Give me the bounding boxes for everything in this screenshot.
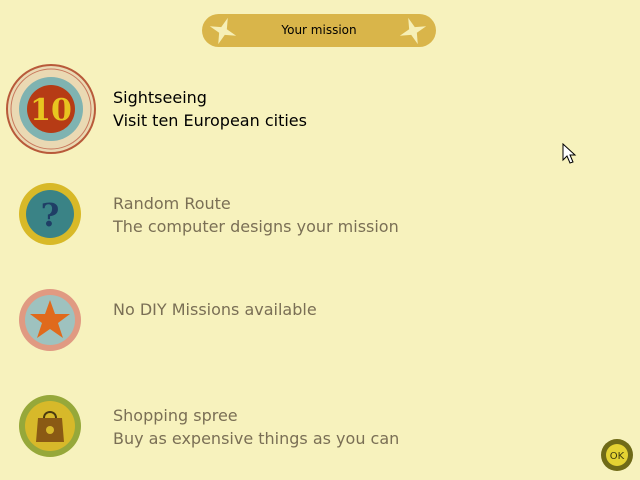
mission-title: Random Route [113, 194, 231, 213]
mission-text: No DIY Missions available [113, 298, 317, 321]
ok-button[interactable]: OK [600, 438, 634, 472]
mission-text: Shopping spree Buy as expensive things a… [113, 404, 399, 450]
mission-title: Sightseeing [113, 88, 207, 107]
mission-item-diy[interactable]: No DIY Missions available [0, 289, 640, 358]
mission-item-sightseeing[interactable]: 10 Sightseeing Visit ten European cities [0, 64, 640, 156]
medal-badge-label: 10 [30, 93, 72, 128]
mission-title: No DIY Missions available [113, 300, 317, 319]
number-10-icon[interactable]: 10 [6, 64, 96, 154]
mission-description: Buy as expensive things as you can [113, 429, 400, 448]
mission-text: Random Route The computer designs your m… [113, 192, 399, 238]
ok-button-label: OK [610, 451, 625, 462]
mission-header-banner: Your mission [202, 14, 436, 47]
star-icon [399, 17, 427, 45]
medal-badge-label: ? [41, 196, 60, 234]
mission-description: Visit ten European cities [113, 111, 307, 130]
mission-item-random-route[interactable]: ? Random Route The computer designs your… [0, 183, 640, 262]
mission-item-shopping-spree[interactable]: Shopping spree Buy as expensive things a… [0, 395, 640, 474]
star-icon[interactable] [18, 288, 82, 352]
shopping-bag-icon[interactable] [18, 394, 82, 458]
mission-title: Shopping spree [113, 406, 238, 425]
mission-text: Sightseeing Visit ten European cities [113, 86, 307, 132]
mouse-cursor-icon [562, 143, 577, 164]
mission-description: The computer designs your mission [113, 217, 399, 236]
question-mark-icon[interactable]: ? [18, 182, 82, 246]
